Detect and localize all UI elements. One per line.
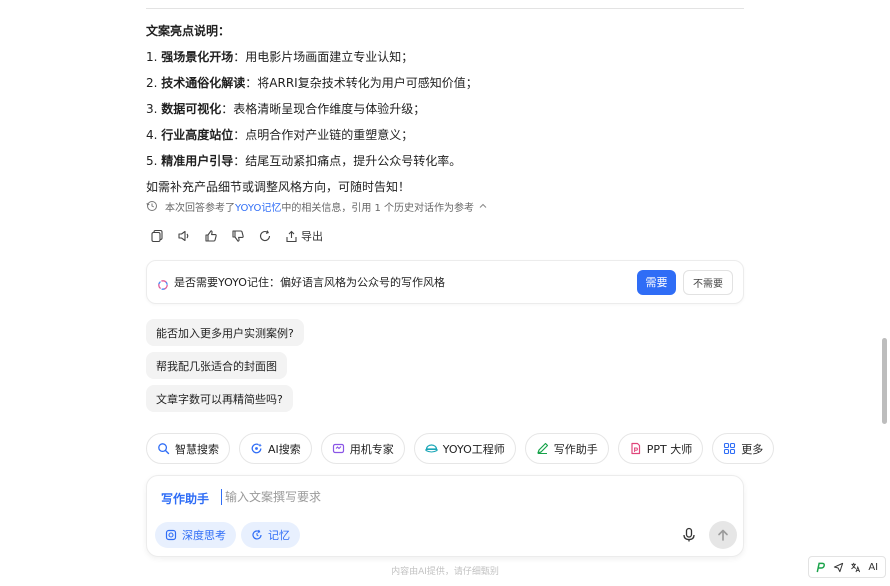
composer: 写作助手 深度思考 记忆 <box>146 475 744 557</box>
item-text: ：用电影片场画面建立专业认知； <box>233 50 414 64</box>
tool-more[interactable]: 更多 <box>712 433 775 464</box>
engineer-icon <box>425 444 438 453</box>
arrow-up-icon <box>718 529 728 541</box>
tool-ppt-master[interactable]: PPT 大师 <box>617 433 704 464</box>
item-bold: 强场景化开场 <box>161 50 234 64</box>
scrollbar-thumb[interactable] <box>882 338 887 424</box>
tool-bar: 智慧搜索 AI搜索 用机专家 YOYO工程师 写作助手 PPT 大师 更多 <box>146 433 783 465</box>
chevron-up-icon[interactable] <box>478 201 488 211</box>
tool-phone-expert[interactable]: 用机专家 <box>320 433 405 464</box>
history-icon <box>146 200 158 212</box>
phone-expert-icon <box>332 443 344 454</box>
reference-note[interactable]: 本次回答参考了 YOYO记忆 中的相关信息，引用 1 个历史对话作为参考 <box>146 197 488 215</box>
regenerate-icon[interactable] <box>258 229 272 243</box>
tool-yoyo-engineer[interactable]: YOYO工程师 <box>413 433 516 464</box>
memory-prompt-text: 是否需要YOYO记住：偏好语言风格为公众号的写作风格 <box>174 276 445 289</box>
tool-writing-assistant[interactable]: 写作助手 <box>524 433 609 464</box>
tool-label: 更多 <box>741 442 764 456</box>
copy-icon[interactable] <box>150 229 164 243</box>
search-icon <box>158 443 170 455</box>
memory-toggle[interactable]: 记忆 <box>241 522 300 548</box>
tool-label: 智慧搜索 <box>175 442 219 456</box>
suggestion-chip[interactable]: 文章字数可以再精简些吗? <box>146 385 293 412</box>
message-actions: 导出 <box>150 228 323 244</box>
item-bold: 技术通俗化解读 <box>161 76 246 90</box>
item-text: ：将ARRI复杂技术转化为用户可感知价值； <box>245 76 478 90</box>
tool-smart-search[interactable]: 智慧搜索 <box>146 433 230 464</box>
item-number: 1. <box>146 50 158 64</box>
memory-no-button[interactable]: 不需要 <box>683 269 733 295</box>
extension-toolbar: AI <box>808 556 886 578</box>
tool-label: 用机专家 <box>349 442 394 456</box>
prompt-input[interactable] <box>225 487 645 507</box>
memory-chip-label: 记忆 <box>268 529 290 542</box>
speaker-icon[interactable] <box>177 229 191 243</box>
reference-prefix: 本次回答参考了 <box>165 202 235 214</box>
deep-think-label: 深度思考 <box>182 529 226 542</box>
export-label: 导出 <box>301 230 323 243</box>
answer-content: 文案亮点说明： 1. 强场景化开场：用电影片场画面建立专业认知； 2. 技术通俗… <box>146 18 746 200</box>
reference-memory-link[interactable]: YOYO记忆 <box>235 199 281 214</box>
deep-think-toggle[interactable]: 深度思考 <box>155 522 236 548</box>
memory-spark-icon <box>157 276 169 290</box>
send-button[interactable] <box>709 521 737 549</box>
deep-think-icon <box>165 529 177 541</box>
extension-ai-label[interactable]: AI <box>866 560 880 574</box>
highlights-heading: 文案亮点说明： <box>146 24 231 38</box>
memory-icon <box>252 529 262 540</box>
send-to-icon[interactable] <box>831 560 845 574</box>
pen-icon <box>537 442 548 454</box>
grid-icon <box>724 442 736 455</box>
item-text: ：表格清晰呈现合作维度与体验升级； <box>221 102 426 116</box>
tool-label: YOYO工程师 <box>442 442 505 456</box>
microphone-icon[interactable] <box>679 525 699 545</box>
highlight-item: 3. 数据可视化：表格清晰呈现合作维度与体验升级； <box>146 96 746 122</box>
item-bold: 数据可视化 <box>161 102 222 116</box>
item-number: 2. <box>146 76 158 90</box>
ppt-icon <box>631 442 640 455</box>
item-number: 3. <box>146 102 158 116</box>
highlight-item: 2. 技术通俗化解读：将ARRI复杂技术转化为用户可感知价值； <box>146 70 746 96</box>
tool-ai-search[interactable]: AI搜索 <box>239 433 312 464</box>
ai-disclaimer: 内容由AI提供，请仔细甄别 <box>391 567 499 577</box>
memory-yes-button[interactable]: 需要 <box>637 269 676 295</box>
memory-prompt-card: 是否需要YOYO记住：偏好语言风格为公众号的写作风格 需要 不需要 <box>146 260 744 304</box>
tool-label: AI搜索 <box>268 442 301 456</box>
tool-label: 写作助手 <box>553 442 598 456</box>
reference-suffix: 中的相关信息，引用 1 个历史对话作为参考 <box>281 202 475 214</box>
item-number: 4. <box>146 128 158 142</box>
item-text: ：点明合作对产业链的重塑意义； <box>233 128 414 142</box>
top-divider <box>146 8 744 9</box>
extension-p-icon[interactable] <box>814 560 828 574</box>
thumbs-down-icon[interactable] <box>231 229 245 243</box>
item-bold: 行业高度站位 <box>161 128 234 142</box>
highlight-item: 1. 强场景化开场：用电影片场画面建立专业认知； <box>146 44 746 70</box>
item-number: 5. <box>146 154 158 168</box>
tool-label: PPT 大师 <box>646 442 693 456</box>
suggestion-chip[interactable]: 能否加入更多用户实测案例? <box>146 319 304 346</box>
item-text: ：结尾互动紧扣痛点，提升公众号转化率。 <box>233 154 462 168</box>
thumbs-up-icon[interactable] <box>204 229 218 243</box>
text-caret <box>221 489 222 505</box>
composer-mode-label[interactable]: 写作助手 <box>161 490 209 507</box>
highlight-item: 5. 精准用户引导：结尾互动紧扣痛点，提升公众号转化率。 <box>146 148 746 174</box>
item-bold: 精准用户引导 <box>161 154 234 168</box>
highlight-item: 4. 行业高度站位：点明合作对产业链的重塑意义； <box>146 122 746 148</box>
export-icon <box>286 230 297 242</box>
export-button[interactable]: 导出 <box>285 228 323 244</box>
suggestion-chip[interactable]: 帮我配几张适合的封面图 <box>146 352 287 379</box>
ai-search-icon <box>251 443 262 454</box>
translate-icon[interactable] <box>849 560 863 574</box>
